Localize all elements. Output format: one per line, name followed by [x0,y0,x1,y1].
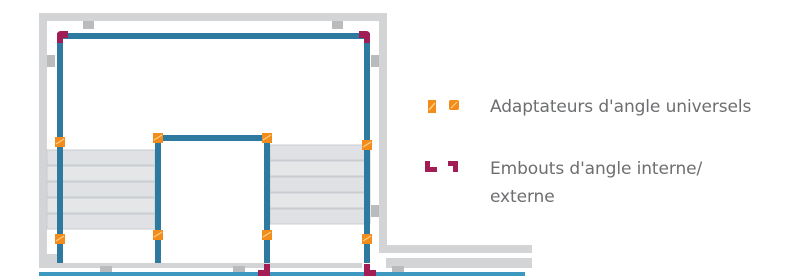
inner-top-profile [155,135,270,141]
outer-wall-top [39,13,387,21]
left-slat-2 [46,165,156,182]
corner-end-icons [420,155,490,183]
inner-right-profile [264,135,270,263]
left-shutter-slats [46,149,156,230]
left-slat-4 [46,197,156,214]
mount-right-2 [371,205,379,217]
right-slat-2 [269,160,371,177]
mount-right-1 [371,55,379,67]
orange-corner-adapter-icon [428,100,459,113]
purple-corner-top-right [359,31,370,43]
left-slat-3 [46,181,156,198]
right-slat-5 [269,208,371,225]
bottom-wall-strip [47,263,362,268]
purple-corner-bottom-right [364,264,376,276]
mount-top-left [83,21,94,29]
outer-wall-left [39,13,47,268]
outer-wall-right [379,13,387,253]
legend-label-corner-ends: Embouts d'angle interne/ externe [490,159,703,207]
legend-item-corner-ends: Embouts d'angle interne/ externe [420,155,740,211]
mount-left-1 [47,55,55,67]
bottom-profile [39,272,525,276]
right-slat-3 [269,176,371,193]
legend-item-adapters: Adaptateurs d'angle universels [420,93,780,121]
right-slat-1 [269,144,371,161]
purple-corner-top-left [57,31,68,43]
left-slat-1 [46,149,156,166]
left-slat-5 [46,213,156,230]
bottom-wall [386,245,532,253]
purple-corner-end-icon [425,161,458,172]
top-profile [57,33,369,39]
legend-label-adapters: Adaptateurs d'angle universels [490,97,752,117]
right-slat-4 [269,192,371,209]
system-diagram [39,13,532,276]
adapter-icons [420,93,490,121]
wall-frame [39,13,532,268]
inner-left-profile [155,135,161,263]
left-profile [57,33,63,263]
right-shutter-slats [269,144,371,225]
mount-top-right [332,21,343,29]
bottom-right-ledge [386,258,532,268]
